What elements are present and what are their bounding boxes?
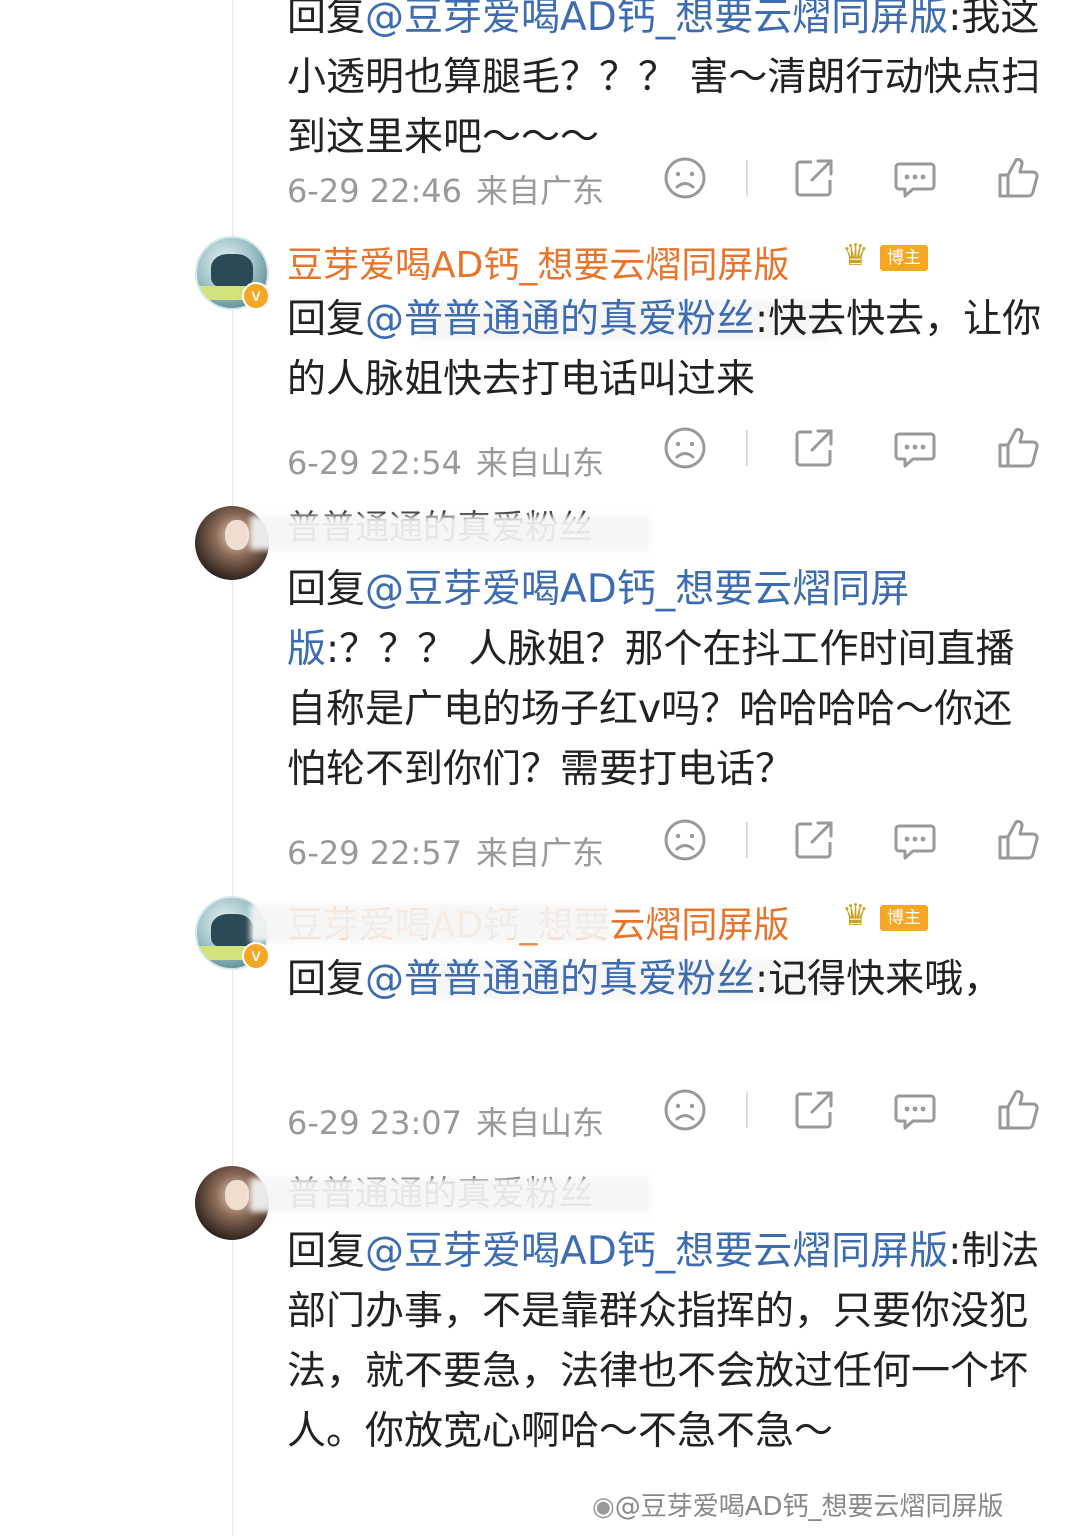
location: 来自广东 — [476, 834, 605, 872]
comment-body: 回复@普普通通的真爱粉丝:快去快去，让你的人脉姐快去打电话叫过来 — [287, 290, 1047, 410]
reply-prefix: 回复 — [287, 957, 366, 1002]
comment-body: 回复@豆芽爱喝AD钙_想要云熠同屏版:制法部门办事，不是靠群众指挥的，只要你没犯… — [287, 1222, 1047, 1462]
comment-text: :？？？ 人脉姐？那个在抖工作时间直播自称是广电的场子红v吗？哈哈哈哈～你还怕轮… — [287, 627, 1015, 792]
thumbs-up-icon[interactable] — [996, 818, 1040, 862]
username[interactable]: 豆芽爱喝AD钙_想要云熠同屏版 — [287, 236, 789, 288]
comment-meta: 6-29 22:54 来自山东 — [287, 438, 604, 484]
mention-link[interactable]: @豆芽爱喝AD钙_想要云熠同屏 — [365, 1229, 909, 1274]
comment-icon[interactable] — [893, 156, 937, 200]
timestamp: 6-29 22:54 — [287, 444, 463, 482]
blogger-badge: 博主 — [880, 245, 928, 271]
reply-prefix: 回复 — [287, 0, 366, 40]
comment-meta: 6-29 22:57 来自广东 — [287, 828, 604, 874]
mention-link-tail[interactable]: 版 — [909, 0, 948, 40]
mention-link[interactable]: @豆芽爱喝AD钙_想要云熠同屏 — [365, 567, 909, 612]
comment-body: 回复@豆芽爱喝AD钙_想要云熠同屏版:我这小透明也算腿毛？？？ 害～清朗行动快点… — [287, 0, 1047, 168]
crown-icon: ♛ — [842, 898, 869, 933]
blogger-badge: 博主 — [880, 905, 928, 931]
reply-prefix: 回复 — [287, 567, 366, 612]
mention-link-tail[interactable]: 版 — [909, 1229, 948, 1274]
share-icon[interactable] — [792, 1088, 836, 1132]
timestamp: 6-29 22:57 — [287, 834, 463, 872]
mention-link[interactable]: @豆芽爱喝AD钙_想要云熠同屏 — [365, 0, 909, 40]
sad-face-icon[interactable] — [663, 1088, 707, 1132]
location: 来自山东 — [476, 444, 605, 482]
timestamp: 6-29 22:46 — [287, 172, 463, 210]
reply-prefix: 回复 — [287, 1229, 366, 1274]
watermark-text: @豆芽爱喝AD钙_想要云熠同屏版 — [614, 1492, 1004, 1522]
mention-link[interactable]: @普普通通的真爱粉丝 — [365, 297, 755, 342]
comment-body: 回复@豆芽爱喝AD钙_想要云熠同屏版:？？？ 人脉姐？那个在抖工作时间直播自称是… — [287, 560, 1047, 800]
thumbs-up-icon[interactable] — [996, 156, 1040, 200]
verified-badge-icon: V — [242, 282, 270, 310]
comment-meta: 6-29 22:46 来自广东 — [287, 166, 604, 212]
action-separator — [746, 430, 748, 466]
thread-line — [232, 0, 233, 1536]
watermark: ◉@豆芽爱喝AD钙_想要云熠同屏版 — [592, 1486, 1004, 1523]
redaction-blur — [250, 516, 650, 550]
location: 来自广东 — [476, 172, 605, 210]
thumbs-up-icon[interactable] — [996, 426, 1040, 470]
verified-badge-icon: V — [242, 942, 270, 970]
action-separator — [746, 160, 748, 196]
comment-icon[interactable] — [893, 818, 937, 862]
sad-face-icon[interactable] — [663, 156, 707, 200]
reply-prefix: 回复 — [287, 297, 366, 342]
location: 来自山东 — [476, 1104, 605, 1142]
mention-link-tail[interactable]: 版 — [287, 627, 326, 672]
comment-icon[interactable] — [893, 426, 937, 470]
action-separator — [746, 822, 748, 858]
share-icon[interactable] — [792, 426, 836, 470]
timestamp: 6-29 23:07 — [287, 1104, 463, 1142]
comment-icon[interactable] — [893, 1088, 937, 1132]
share-icon[interactable] — [792, 818, 836, 862]
sad-face-icon[interactable] — [663, 426, 707, 470]
sad-face-icon[interactable] — [663, 818, 707, 862]
action-separator — [746, 1092, 748, 1128]
comment-body: 回复@普普通通的真爱粉丝:记得快来哦， — [287, 950, 1047, 1010]
redaction-blur — [250, 904, 610, 942]
comment-text: :记得快来哦， — [755, 957, 1003, 1002]
redaction-blur — [250, 1178, 650, 1212]
crown-icon: ♛ — [842, 238, 869, 273]
share-icon[interactable] — [792, 156, 836, 200]
mention-link[interactable]: @普普通通的真爱粉丝 — [365, 957, 755, 1002]
weibo-logo-icon: ◉ — [592, 1492, 615, 1522]
thumbs-up-icon[interactable] — [996, 1088, 1040, 1132]
comment-meta: 6-29 23:07 来自山东 — [287, 1098, 604, 1144]
